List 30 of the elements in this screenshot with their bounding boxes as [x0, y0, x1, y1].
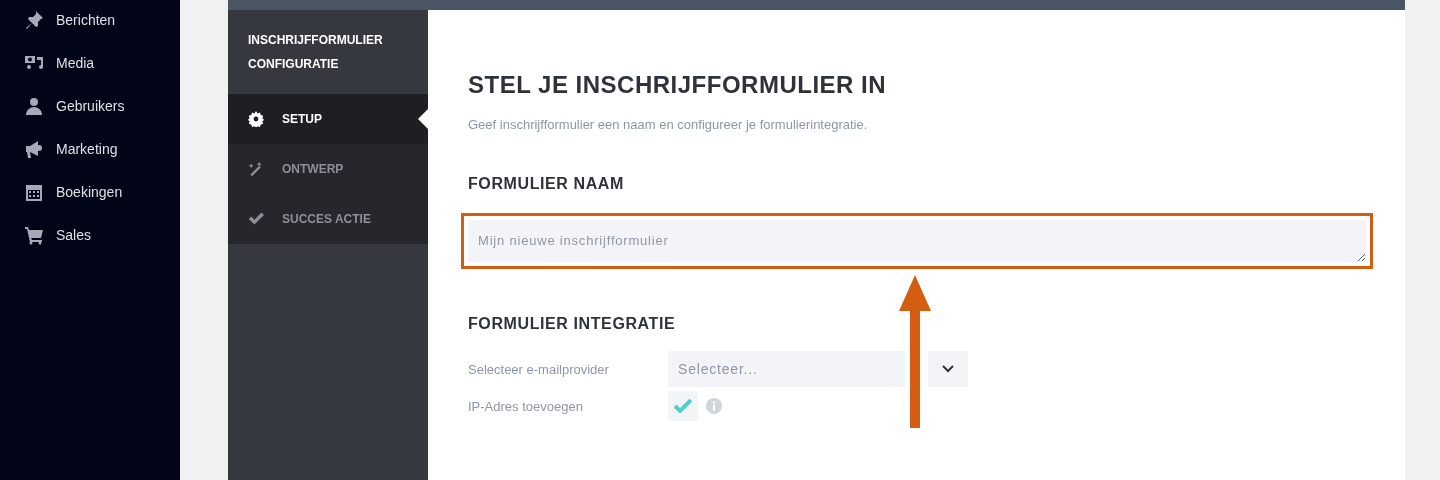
dropdown-button[interactable]	[928, 351, 968, 387]
check-icon	[248, 211, 264, 227]
pin-icon	[24, 9, 44, 30]
sidebar-item[interactable]: Marketing	[0, 127, 180, 170]
sidebar-item[interactable]: Berichten	[0, 0, 180, 41]
sidebar-item[interactable]: Sales	[0, 213, 180, 256]
info-icon[interactable]	[706, 398, 722, 414]
chevron-down-icon	[942, 365, 954, 373]
sidebar-item[interactable]: Boekingen	[0, 170, 180, 213]
checkmark-icon	[674, 399, 692, 413]
page-title: STEL JE INSCHRIJFFORMULIER IN	[468, 70, 888, 100]
config-nav-item[interactable]: SETUP	[228, 94, 428, 144]
section-heading: FORMULIER INTEGRATIE	[468, 315, 677, 333]
user-icon	[24, 95, 44, 116]
config-nav-item[interactable]: SUCCES ACTIE	[228, 194, 428, 244]
config-title: INSCHRIJFFORMULIER	[248, 32, 384, 49]
section-heading: FORMULIER NAAM	[468, 175, 625, 193]
checkbox[interactable]	[668, 391, 698, 421]
field-label: Selecteer e-mailprovider	[468, 361, 610, 377]
gear-icon	[248, 111, 264, 127]
page-subtitle: Geef inschrijfformulier een naam en configureer je formulierintegratie.	[468, 117, 869, 132]
field-label: IP-Adres toevoegen	[468, 398, 584, 414]
config-title: CONFIGURATIE	[248, 56, 340, 73]
form-name-field[interactable]: Mijn nieuwe inschrijfformulier	[468, 220, 1366, 262]
wand-icon	[248, 161, 264, 177]
config-nav-item[interactable]: ONTWERP	[228, 144, 428, 194]
sidebar-item[interactable]: Media	[0, 41, 180, 84]
megaphone-icon	[24, 138, 44, 159]
cart-icon	[24, 224, 44, 245]
sidebar-item[interactable]: Gebruikers	[0, 84, 180, 127]
